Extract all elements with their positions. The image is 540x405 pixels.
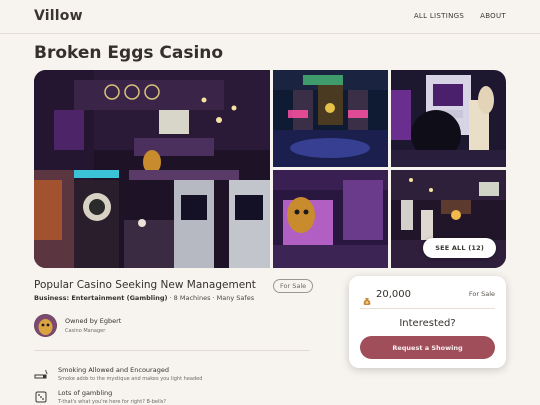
feature-description: T-that's what you're here for right? B-b…: [58, 399, 167, 405]
listing-meta: Business: Entertainment (Gambling) · 8 M…: [34, 294, 254, 302]
dice-icon: [34, 389, 49, 403]
gallery-photo-5[interactable]: SEE ALL (12): [391, 170, 506, 268]
see-all-photos-button[interactable]: SEE ALL (12): [423, 238, 496, 258]
nav-about[interactable]: ABOUT: [480, 12, 506, 20]
owner-role: Casino Manager: [65, 328, 106, 334]
cigarette-icon: [34, 366, 49, 380]
feature-title: Smoking Allowed and Encouraged: [58, 366, 169, 374]
gallery-photo-2[interactable]: [273, 70, 388, 167]
coin-bag-icon: [362, 291, 372, 305]
gallery-photo-3[interactable]: [391, 70, 506, 167]
listing-details: · 8 Machines · Many Safes: [169, 294, 255, 302]
interest-prompt: Interested?: [399, 318, 456, 329]
nav-all-listings[interactable]: ALL LISTINGS: [414, 12, 464, 20]
main-nav: ALL LISTINGS ABOUT: [414, 12, 506, 20]
card-divider: [360, 308, 495, 309]
status-badge: For Sale: [273, 279, 314, 293]
section-divider: [34, 350, 310, 351]
owner-section: Owned by Egbert Casino Manager: [34, 314, 121, 337]
top-nav-bar: Villow ALL LISTINGS ABOUT: [0, 0, 540, 34]
business-type: Business: Entertainment (Gambling): [34, 294, 168, 302]
photo-gallery: SEE ALL (12): [34, 70, 506, 268]
brand-logo[interactable]: Villow: [34, 8, 83, 24]
feature-item: Lots of gambling T-that's what you're he…: [34, 389, 166, 405]
feature-title: Lots of gambling: [58, 389, 113, 397]
listing-title: Broken Eggs Casino: [34, 43, 224, 63]
avatar[interactable]: [34, 314, 57, 337]
gallery-photo-main[interactable]: [34, 70, 270, 268]
request-showing-button[interactable]: Request a Showing: [360, 336, 495, 359]
card-status: For Sale: [468, 290, 495, 298]
owner-name: Owned by Egbert: [65, 317, 122, 325]
feature-description: Smoke adds to the mystique and makes you…: [58, 376, 203, 382]
price: 20,000: [376, 289, 411, 300]
gallery-photo-4[interactable]: [273, 170, 388, 268]
feature-item: Smoking Allowed and Encouraged Smoke add…: [34, 366, 202, 382]
listing-subtitle: Popular Casino Seeking New Management: [34, 279, 256, 291]
booking-card: 20,000 For Sale Interested? Request a Sh…: [349, 276, 506, 368]
